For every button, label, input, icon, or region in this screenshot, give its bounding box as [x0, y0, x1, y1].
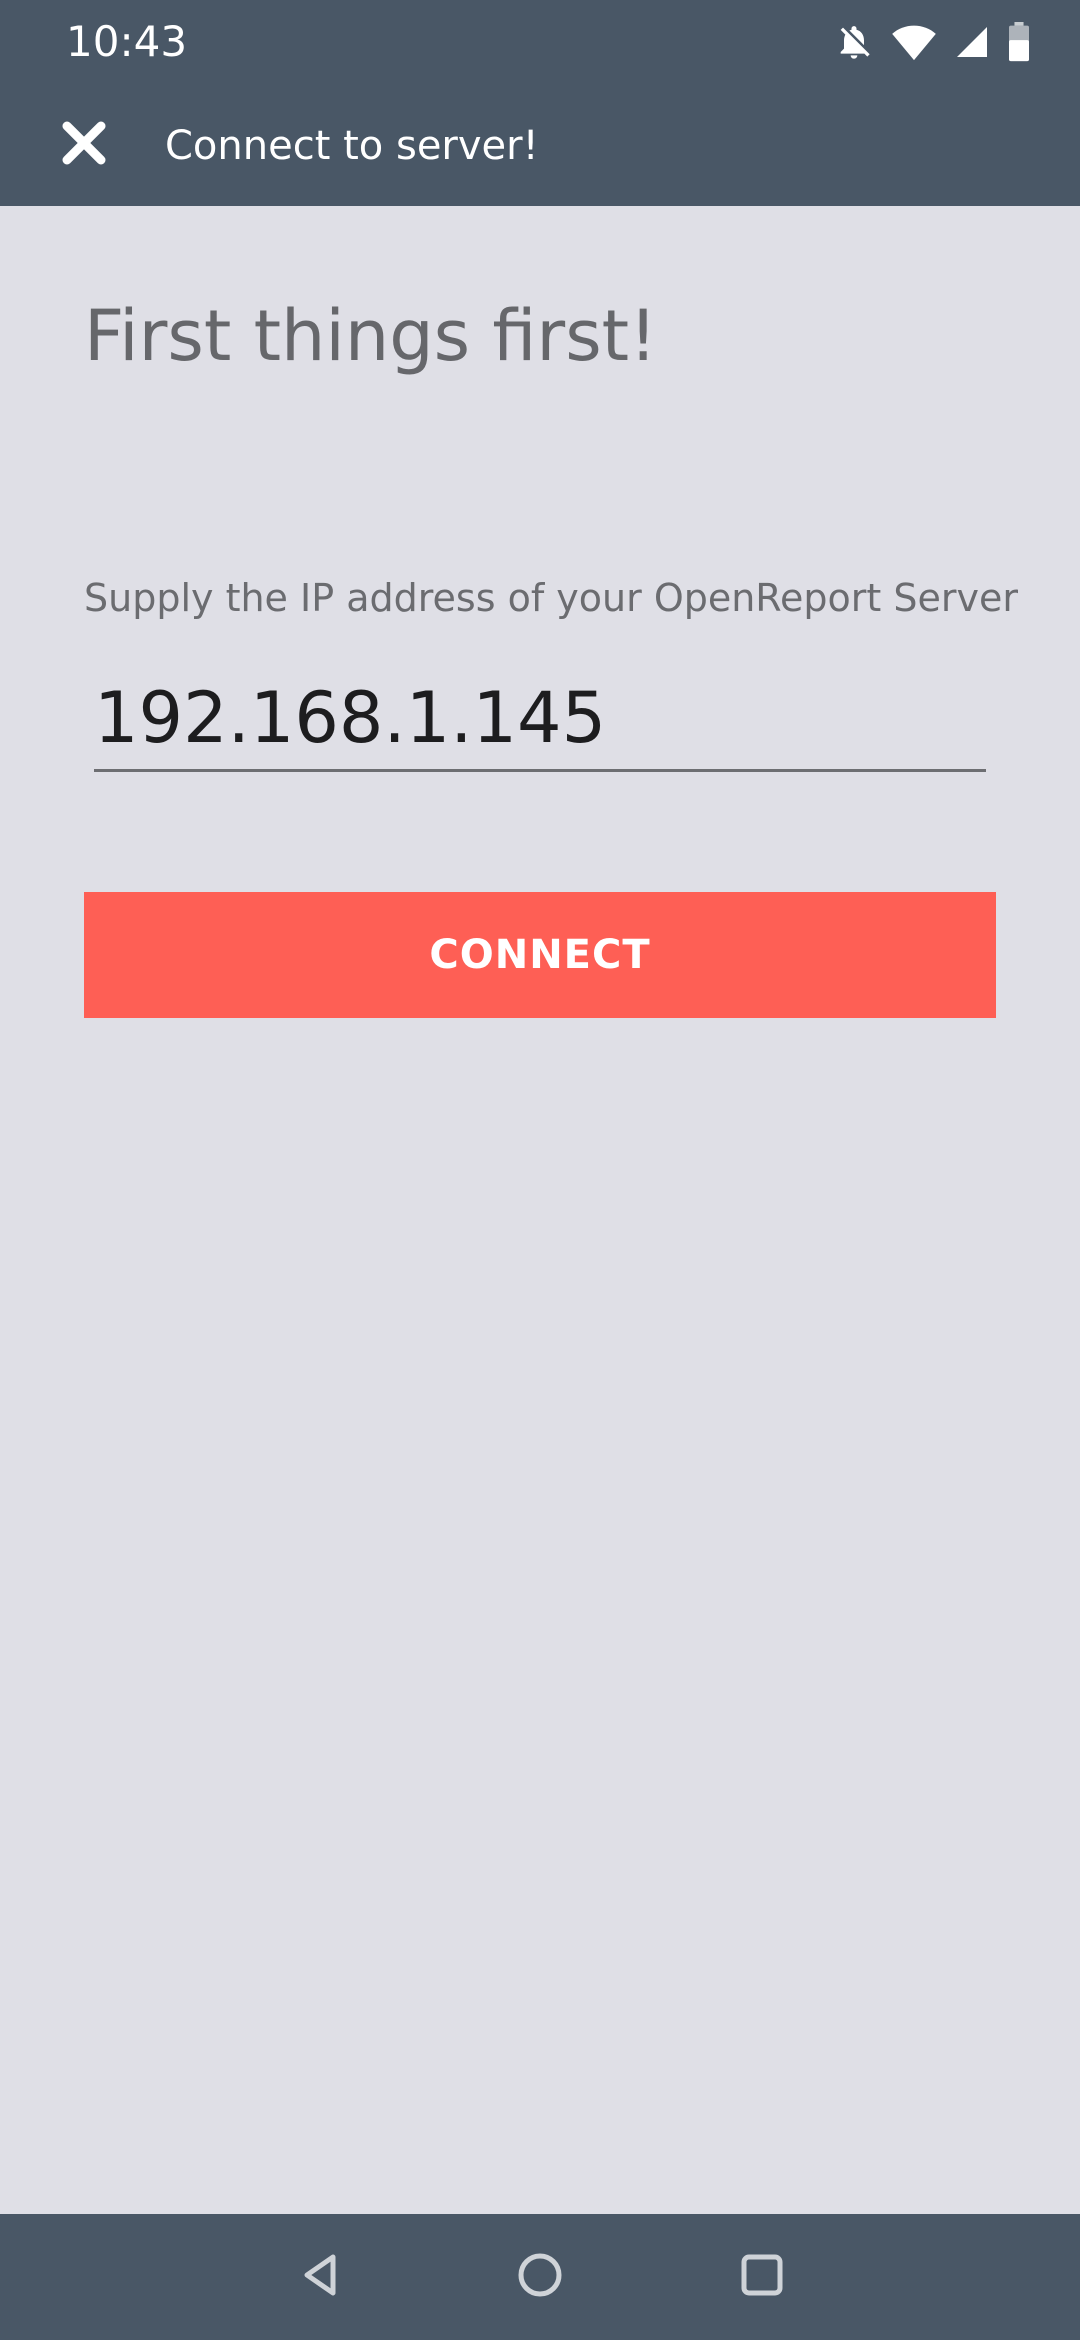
app-title: Connect to server! — [165, 123, 539, 169]
navigation-bar — [0, 2214, 1080, 2340]
close-icon — [59, 118, 109, 173]
screen: 10:43 Connect to server! First things fi… — [0, 0, 1080, 2340]
back-icon — [297, 2251, 345, 2304]
wifi-icon — [892, 22, 936, 62]
recents-button[interactable] — [725, 2240, 799, 2314]
home-button[interactable] — [503, 2240, 577, 2314]
back-button[interactable] — [284, 2240, 358, 2314]
ip-address-label: Supply the IP address of your OpenReport… — [84, 576, 1018, 620]
home-icon — [516, 2251, 564, 2304]
ip-address-field — [94, 668, 986, 772]
page-heading: First things first! — [84, 295, 658, 377]
status-icons — [834, 20, 1030, 64]
notifications-off-icon — [834, 22, 874, 62]
close-button[interactable] — [44, 110, 124, 180]
status-time: 10:43 — [66, 17, 188, 66]
connect-button[interactable]: CONNECT — [84, 892, 996, 1018]
app-bar: Connect to server! — [0, 84, 1080, 206]
recents-icon — [738, 2251, 786, 2304]
ip-address-input[interactable] — [94, 668, 986, 768]
status-bar: 10:43 — [0, 0, 1080, 84]
battery-icon — [1008, 22, 1030, 62]
cell-signal-icon — [954, 24, 990, 60]
